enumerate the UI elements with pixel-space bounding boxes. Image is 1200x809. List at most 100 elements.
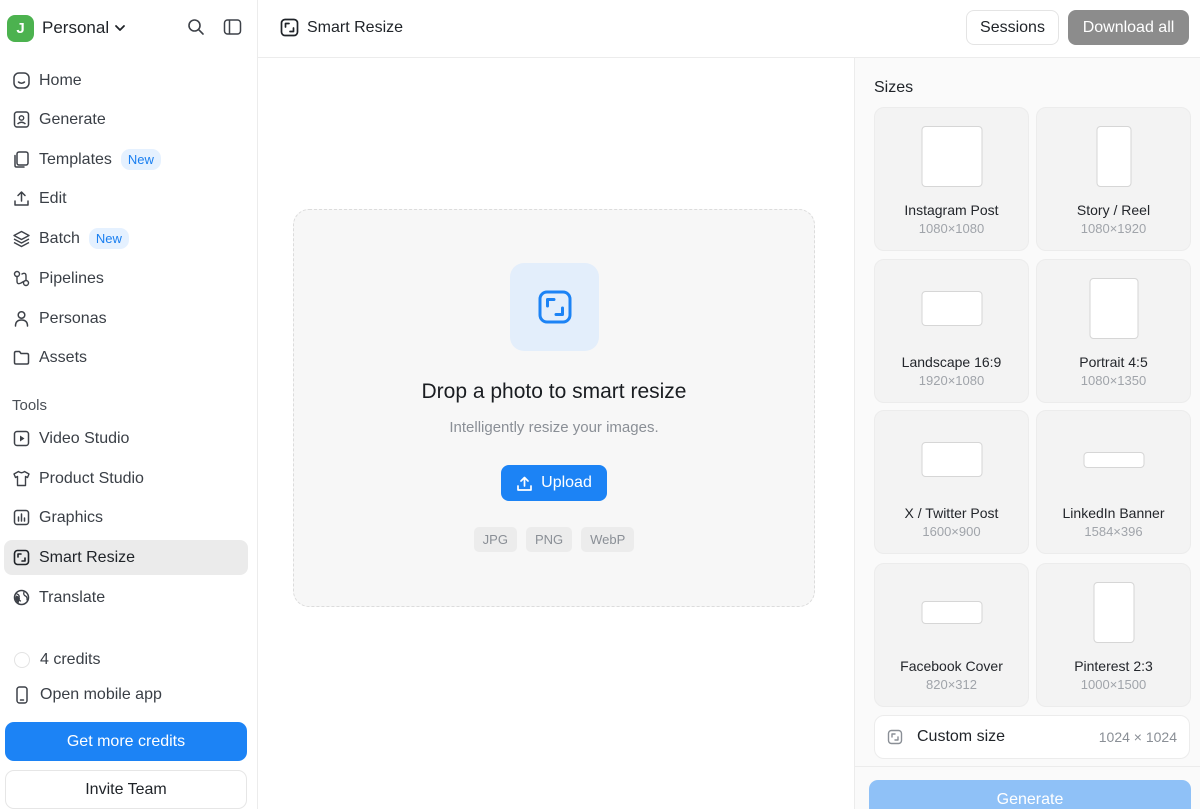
size-dimensions: 1080×1080 bbox=[918, 221, 985, 236]
sidebar-item-pipelines[interactable]: Pipelines bbox=[4, 261, 248, 296]
open-mobile-app-link[interactable]: Open mobile app bbox=[14, 686, 162, 704]
workspace-avatar: J bbox=[7, 14, 34, 42]
sidebar-item-home[interactable]: Home bbox=[4, 63, 248, 98]
search-icon[interactable] bbox=[186, 17, 206, 37]
sidebar-item-label: Translate bbox=[39, 588, 106, 606]
sidebar-item-smart-resize[interactable]: Smart Resize bbox=[4, 540, 248, 575]
generate-button[interactable]: Generate bbox=[869, 780, 1191, 809]
size-name: Landscape 16:9 bbox=[901, 354, 1002, 370]
credits-indicator: 4 credits bbox=[14, 651, 100, 669]
page-title: Smart Resize bbox=[307, 18, 404, 36]
get-more-credits-button[interactable]: Get more credits bbox=[5, 722, 247, 761]
size-name: Facebook Cover bbox=[900, 658, 1003, 674]
size-dimensions: 1584×396 bbox=[1084, 524, 1143, 539]
sidebar-item-templates[interactable]: Templates New bbox=[4, 142, 248, 177]
aspect-preview bbox=[1089, 278, 1138, 339]
sidebar-item-assets[interactable]: Assets bbox=[4, 340, 248, 375]
size-option-facebook-cover[interactable]: Facebook Cover 820×312 bbox=[874, 563, 1029, 707]
aspect-preview bbox=[1093, 582, 1134, 643]
workspace-name: Personal bbox=[42, 18, 110, 37]
sidebar-item-label: Video Studio bbox=[39, 429, 130, 447]
sidebar-item-label: Personas bbox=[39, 309, 107, 327]
sidebar-item-label: Home bbox=[39, 71, 82, 89]
sidebar-item-batch[interactable]: Batch New bbox=[4, 221, 248, 256]
size-dimensions: 820×312 bbox=[926, 677, 977, 692]
format-badge: JPG bbox=[473, 527, 517, 552]
size-name: Instagram Post bbox=[904, 202, 999, 218]
sessions-button[interactable]: Sessions bbox=[966, 10, 1059, 45]
chevron-down-icon bbox=[113, 21, 127, 35]
size-option-linkedin-banner[interactable]: LinkedIn Banner 1584×396 bbox=[1036, 410, 1191, 554]
sidebar-item-label: Edit bbox=[39, 189, 67, 207]
sidebar-item-generate[interactable]: Generate bbox=[4, 102, 248, 137]
workspace-switcher[interactable]: J Personal bbox=[7, 14, 127, 42]
size-dimensions: 1000×1500 bbox=[1080, 677, 1147, 692]
new-badge: New bbox=[88, 228, 129, 249]
upload-button[interactable]: Upload bbox=[501, 465, 607, 501]
size-name: Pinterest 2:3 bbox=[1074, 658, 1153, 674]
custom-size-value: 1024 × 1024 bbox=[1098, 729, 1177, 745]
upload-icon bbox=[516, 475, 533, 492]
custom-size-option[interactable]: Custom size 1024 × 1024 bbox=[874, 715, 1190, 759]
sidebar-item-label: Graphics bbox=[39, 508, 104, 526]
size-dimensions: 1600×900 bbox=[922, 524, 981, 539]
sidebar-item-label: Smart Resize bbox=[39, 548, 136, 566]
format-badge: WebP bbox=[581, 527, 635, 552]
open-mobile-app-label: Open mobile app bbox=[40, 686, 162, 703]
size-name: LinkedIn Banner bbox=[1062, 505, 1165, 521]
upload-label: Upload bbox=[541, 474, 592, 491]
header: Smart Resize Sessions Download all bbox=[258, 0, 1200, 58]
sizes-title: Sizes bbox=[874, 79, 914, 96]
sidebar-item-personas[interactable]: Personas bbox=[4, 301, 248, 336]
supported-formats: JPG PNG WebP bbox=[294, 527, 814, 552]
sidebar-item-label: Product Studio bbox=[39, 469, 144, 487]
size-option-landscape[interactable]: Landscape 16:9 1920×1080 bbox=[874, 259, 1029, 403]
size-name: X / Twitter Post bbox=[904, 505, 999, 521]
sidebar-item-translate[interactable]: Translate bbox=[4, 580, 248, 615]
size-option-portrait[interactable]: Portrait 4:5 1080×1350 bbox=[1036, 259, 1191, 403]
sidebar-item-graphics[interactable]: Graphics bbox=[4, 500, 248, 535]
person-icon bbox=[11, 309, 31, 329]
tools-section-label: Tools bbox=[12, 397, 48, 414]
size-option-story-reel[interactable]: Story / Reel 1080×1920 bbox=[1036, 107, 1191, 251]
sidebar-item-video-studio[interactable]: Video Studio bbox=[4, 421, 248, 456]
aspect-preview bbox=[921, 126, 982, 187]
dropzone-subtitle: Intelligently resize your images. bbox=[449, 419, 659, 436]
resize-icon bbox=[280, 18, 299, 37]
sidebar-item-label: Generate bbox=[39, 110, 106, 128]
custom-size-label: Custom size bbox=[917, 728, 1006, 745]
size-option-pinterest[interactable]: Pinterest 2:3 1000×1500 bbox=[1036, 563, 1191, 707]
new-badge: New bbox=[120, 149, 161, 170]
invite-team-button[interactable]: Invite Team bbox=[5, 770, 247, 809]
aspect-preview bbox=[1083, 452, 1144, 468]
photo-dropzone[interactable]: Drop a photo to smart resize Intelligent… bbox=[293, 209, 815, 607]
sidebar-item-edit[interactable]: Edit bbox=[4, 181, 248, 216]
aspect-preview bbox=[921, 442, 982, 477]
sidebar-item-label: Templates bbox=[39, 150, 112, 168]
sidebar-item-product-studio[interactable]: Product Studio bbox=[4, 461, 248, 496]
sidebar-toggle-icon[interactable] bbox=[222, 17, 242, 37]
size-dimensions: 1920×1080 bbox=[918, 373, 985, 388]
layers-icon bbox=[11, 229, 31, 249]
credits-ring-icon bbox=[14, 652, 30, 668]
format-badge: PNG bbox=[525, 527, 573, 552]
credits-text: 4 credits bbox=[40, 651, 101, 668]
aspect-preview bbox=[921, 291, 982, 326]
image-icon bbox=[11, 110, 31, 130]
aspect-preview bbox=[1096, 126, 1131, 187]
templates-icon bbox=[11, 150, 31, 170]
divider bbox=[855, 766, 1200, 767]
resize-icon bbox=[887, 729, 903, 745]
upload-icon bbox=[11, 189, 31, 209]
download-all-button[interactable]: Download all bbox=[1068, 10, 1189, 45]
size-option-instagram-post[interactable]: Instagram Post 1080×1080 bbox=[874, 107, 1029, 251]
folder-icon bbox=[11, 348, 31, 368]
home-icon bbox=[11, 71, 31, 91]
sizes-panel: Sizes Instagram Post 1080×1080 Story / R… bbox=[854, 58, 1200, 809]
sidebar: J Personal Home Generate Templates New E… bbox=[0, 0, 258, 809]
size-name: Story / Reel bbox=[1076, 202, 1151, 218]
play-icon bbox=[11, 429, 31, 449]
resize-icon bbox=[11, 548, 31, 568]
size-option-twitter-post[interactable]: X / Twitter Post 1600×900 bbox=[874, 410, 1029, 554]
phone-icon bbox=[14, 686, 30, 704]
